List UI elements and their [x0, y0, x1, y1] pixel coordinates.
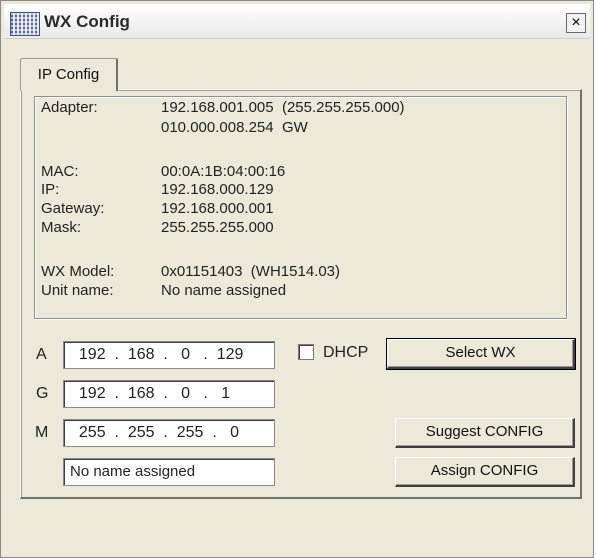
gateway-field[interactable]: 192 . 168 . 0 . 1: [63, 380, 275, 408]
mask-label: Mask:: [41, 219, 82, 236]
gateway-value: 192.168.000.001: [161, 200, 274, 217]
close-button[interactable]: ×: [566, 13, 586, 33]
ip-value: 192.168.000.129: [161, 181, 274, 198]
adapter-value: 192.168.001.005 (255.255.255.000): [161, 99, 405, 116]
mask-row-label: M: [35, 424, 49, 441]
unit-name-value: No name assigned: [161, 282, 287, 299]
adapter-gateway-value: 010.000.008.254 GW: [161, 119, 308, 136]
app-icon: [10, 12, 40, 36]
mac-value: 00:0A:1B:04:00:16: [161, 163, 286, 180]
select-wx-button[interactable]: Select WX: [386, 338, 576, 370]
ip-address-field[interactable]: 192 . 168 . 0 . 129: [63, 341, 275, 369]
dhcp-checkbox[interactable]: [298, 344, 314, 360]
wx-config-window: WX Config × IP Config Adapter: 192.168.0…: [0, 0, 594, 558]
dhcp-label: DHCP: [323, 344, 369, 361]
gateway-label: Gateway:: [41, 200, 105, 217]
tab-ip-config[interactable]: IP Config: [20, 58, 118, 91]
model-label: WX Model:: [41, 263, 115, 280]
unit-name-label: Unit name:: [41, 282, 114, 299]
unit-name-field[interactable]: No name assigned: [63, 458, 275, 486]
suggest-config-button[interactable]: Suggest CONFIG: [395, 418, 575, 448]
mac-label: MAC:: [41, 163, 79, 180]
address-row-label: A: [36, 346, 47, 363]
model-value: 0x01151403 (WH1514.03): [161, 263, 341, 280]
window-title: WX Config: [44, 12, 130, 31]
mask-value: 255.255.255.000: [161, 219, 274, 236]
adapter-label: Adapter:: [41, 99, 98, 116]
assign-config-button[interactable]: Assign CONFIG: [395, 457, 575, 487]
gateway-row-label: G: [36, 385, 49, 402]
title-bar[interactable]: WX Config ×: [4, 4, 590, 39]
ip-label: IP:: [41, 181, 60, 198]
subnet-mask-field[interactable]: 255 . 255 . 255 . 0: [63, 419, 275, 447]
